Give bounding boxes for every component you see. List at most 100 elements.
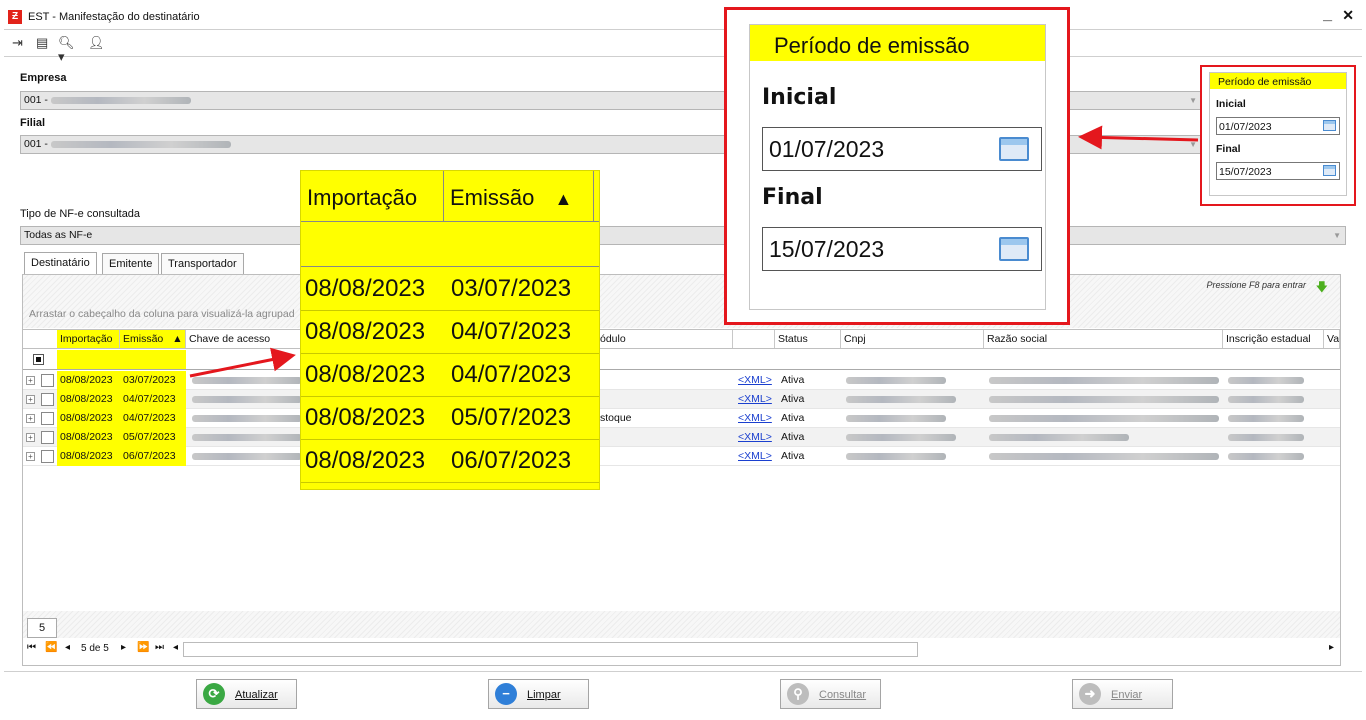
- calendar-icon[interactable]: [1323, 120, 1336, 131]
- minus-icon: −: [495, 683, 517, 705]
- consultar-button[interactable]: ⚲ Consultar: [780, 679, 881, 709]
- column-header-modulo[interactable]: ódulo: [597, 330, 733, 348]
- cell-chave-blurred: [189, 371, 309, 390]
- row-checkbox[interactable]: [41, 393, 54, 406]
- column-header-status[interactable]: Status: [775, 330, 841, 348]
- first-page-icon[interactable]: ⏮: [27, 642, 36, 653]
- inicial-date-input[interactable]: 01/07/2023: [1216, 117, 1340, 135]
- exit-icon[interactable]: ⇥: [12, 36, 28, 50]
- zoom-cell-emissao: 04/07/2023: [451, 361, 572, 388]
- table-row[interactable]: +08/08/2023 05/07/2023 <XML> Ativa: [23, 428, 1340, 447]
- final-date-input[interactable]: 15/07/2023: [1216, 162, 1340, 180]
- column-header-valor[interactable]: Va: [1324, 330, 1340, 348]
- chevron-down-icon: ▼: [1333, 231, 1341, 240]
- row-checkbox[interactable]: [41, 412, 54, 425]
- expand-row-icon[interactable]: +: [26, 376, 35, 385]
- zoom-filter-row: [301, 221, 599, 267]
- blurred-text: [50, 96, 191, 104]
- limpar-label: Limpar: [527, 689, 561, 701]
- xml-link[interactable]: <XML>: [735, 390, 775, 409]
- zoom-periodo-title: Período de emissão: [750, 25, 1045, 61]
- select-all-checkbox[interactable]: [33, 354, 44, 365]
- next-record-icon[interactable]: ▸: [121, 642, 126, 653]
- cell-inscricao-blurred: [1225, 428, 1323, 447]
- zoom-final-input: 15/07/2023: [762, 227, 1042, 271]
- column-header-razao-social[interactable]: Razão social: [984, 330, 1223, 348]
- tab-destinatario[interactable]: Destinatário: [24, 252, 97, 274]
- tipo-value: Todas as NF-e: [24, 229, 93, 241]
- column-header-xml[interactable]: [733, 330, 775, 348]
- xml-link[interactable]: <XML>: [735, 447, 775, 466]
- minimize-button[interactable]: _: [1323, 6, 1332, 24]
- group-panel[interactable]: Arrastar o cabeçalho da coluna para visu…: [23, 275, 1340, 328]
- inicial-label: Inicial: [1216, 98, 1246, 110]
- zoom-row: 08/08/2023 06/07/2023: [301, 440, 599, 483]
- cell-razao-blurred: [986, 371, 1221, 390]
- limpar-button[interactable]: − Limpar: [488, 679, 589, 709]
- cell-emissao: 04/07/2023: [120, 409, 186, 428]
- expand-row-icon[interactable]: +: [26, 414, 35, 423]
- table-row[interactable]: +08/08/2023 04/07/2023 stoque <XML> Ativa: [23, 409, 1340, 428]
- cell-chave-blurred: [189, 428, 309, 447]
- last-page-icon[interactable]: ⏭: [155, 642, 164, 653]
- zoom-row: 08/08/2023 03/07/2023: [301, 268, 599, 311]
- expand-row-icon[interactable]: +: [26, 433, 35, 442]
- toolbar: ⇥ ▤ 🔍︎▾ 👤︎: [4, 31, 1362, 64]
- prev-page-icon[interactable]: ⏪: [45, 642, 57, 653]
- cell-cnpj-blurred: [843, 447, 973, 466]
- empresa-value: 001 -: [24, 94, 48, 106]
- table-row[interactable]: +08/08/2023 03/07/2023 <XML> Ativa: [23, 371, 1340, 390]
- send-icon: ➜: [1079, 683, 1101, 705]
- scroll-right-icon[interactable]: ▸: [1329, 642, 1334, 653]
- row-checkbox[interactable]: [41, 450, 54, 463]
- cell-modulo: [597, 390, 727, 409]
- table-row[interactable]: +08/08/2023 04/07/2023 <XML> Ativa: [23, 390, 1340, 409]
- inicial-date-value: 01/07/2023: [1219, 121, 1272, 133]
- cell-razao-blurred: [986, 447, 1221, 466]
- zoom-callout-periodo: Período de emissão Inicial 01/07/2023 Fi…: [724, 7, 1070, 325]
- user-icon[interactable]: 👤︎: [88, 36, 105, 50]
- row-checkbox[interactable]: [41, 431, 54, 444]
- next-page-icon[interactable]: ⏩: [137, 642, 149, 653]
- xml-link[interactable]: <XML>: [735, 428, 775, 447]
- final-label: Final: [1216, 143, 1241, 155]
- blurred-text: [50, 140, 231, 148]
- empresa-label: Empresa: [20, 72, 67, 84]
- action-bar: ⟳ Atualizar − Limpar ⚲ Consultar ➜ Envia…: [4, 671, 1362, 716]
- prev-record-icon[interactable]: ◂: [65, 642, 70, 653]
- column-header-cnpj[interactable]: Cnpj: [841, 330, 984, 348]
- zoom-periodo-group: Período de emissão Inicial 01/07/2023 Fi…: [749, 24, 1046, 310]
- expand-row-icon[interactable]: +: [26, 452, 35, 461]
- column-header-importacao[interactable]: Importação: [57, 330, 120, 348]
- calendar-icon[interactable]: [1323, 165, 1336, 176]
- zoom-row: 08/08/2023 04/07/2023: [301, 311, 599, 354]
- cell-importacao: 08/08/2023: [57, 447, 120, 466]
- row-checkbox[interactable]: [41, 374, 54, 387]
- expand-row-icon[interactable]: +: [26, 395, 35, 404]
- close-button[interactable]: ✕: [1342, 7, 1354, 24]
- enviar-button[interactable]: ➜ Enviar: [1072, 679, 1173, 709]
- zoom-cell-importacao: 08/08/2023: [305, 275, 426, 302]
- table-row[interactable]: +08/08/2023 06/07/2023 <XML> Ativa: [23, 447, 1340, 466]
- zoom-cell-emissao: 05/07/2023: [451, 404, 572, 431]
- arrow-down-icon: 🡇: [1315, 280, 1328, 294]
- xml-link[interactable]: <XML>: [735, 371, 775, 390]
- column-header-inscricao[interactable]: Inscrição estadual: [1223, 330, 1324, 348]
- periodo-panel: Período de emissão Inicial 01/07/2023 Fi…: [1200, 65, 1356, 206]
- zoom-cell-emissao: 06/07/2023: [451, 447, 572, 474]
- column-header-emissao[interactable]: Emissão ▲: [120, 330, 186, 348]
- zoom-col-emissao: Emissão ▲: [444, 171, 594, 221]
- horizontal-scrollbar[interactable]: [183, 642, 918, 657]
- card-icon[interactable]: ▤: [36, 36, 52, 50]
- tab-emitente[interactable]: Emitente: [102, 253, 160, 274]
- group-hint: Arrastar o cabeçalho da coluna para visu…: [29, 308, 295, 320]
- cell-razao-blurred: [986, 390, 1221, 409]
- xml-link[interactable]: <XML>: [735, 409, 775, 428]
- atualizar-button[interactable]: ⟳ Atualizar: [196, 679, 297, 709]
- search-icon[interactable]: 🔍︎▾: [58, 36, 75, 64]
- search-icon: ⚲: [787, 683, 809, 705]
- scroll-left-icon[interactable]: ◂: [173, 642, 178, 653]
- row-count: 5: [27, 618, 57, 638]
- tipo-select[interactable]: Todas as NF-e ▼: [20, 226, 1346, 245]
- tab-transportador[interactable]: Transportador: [161, 253, 244, 274]
